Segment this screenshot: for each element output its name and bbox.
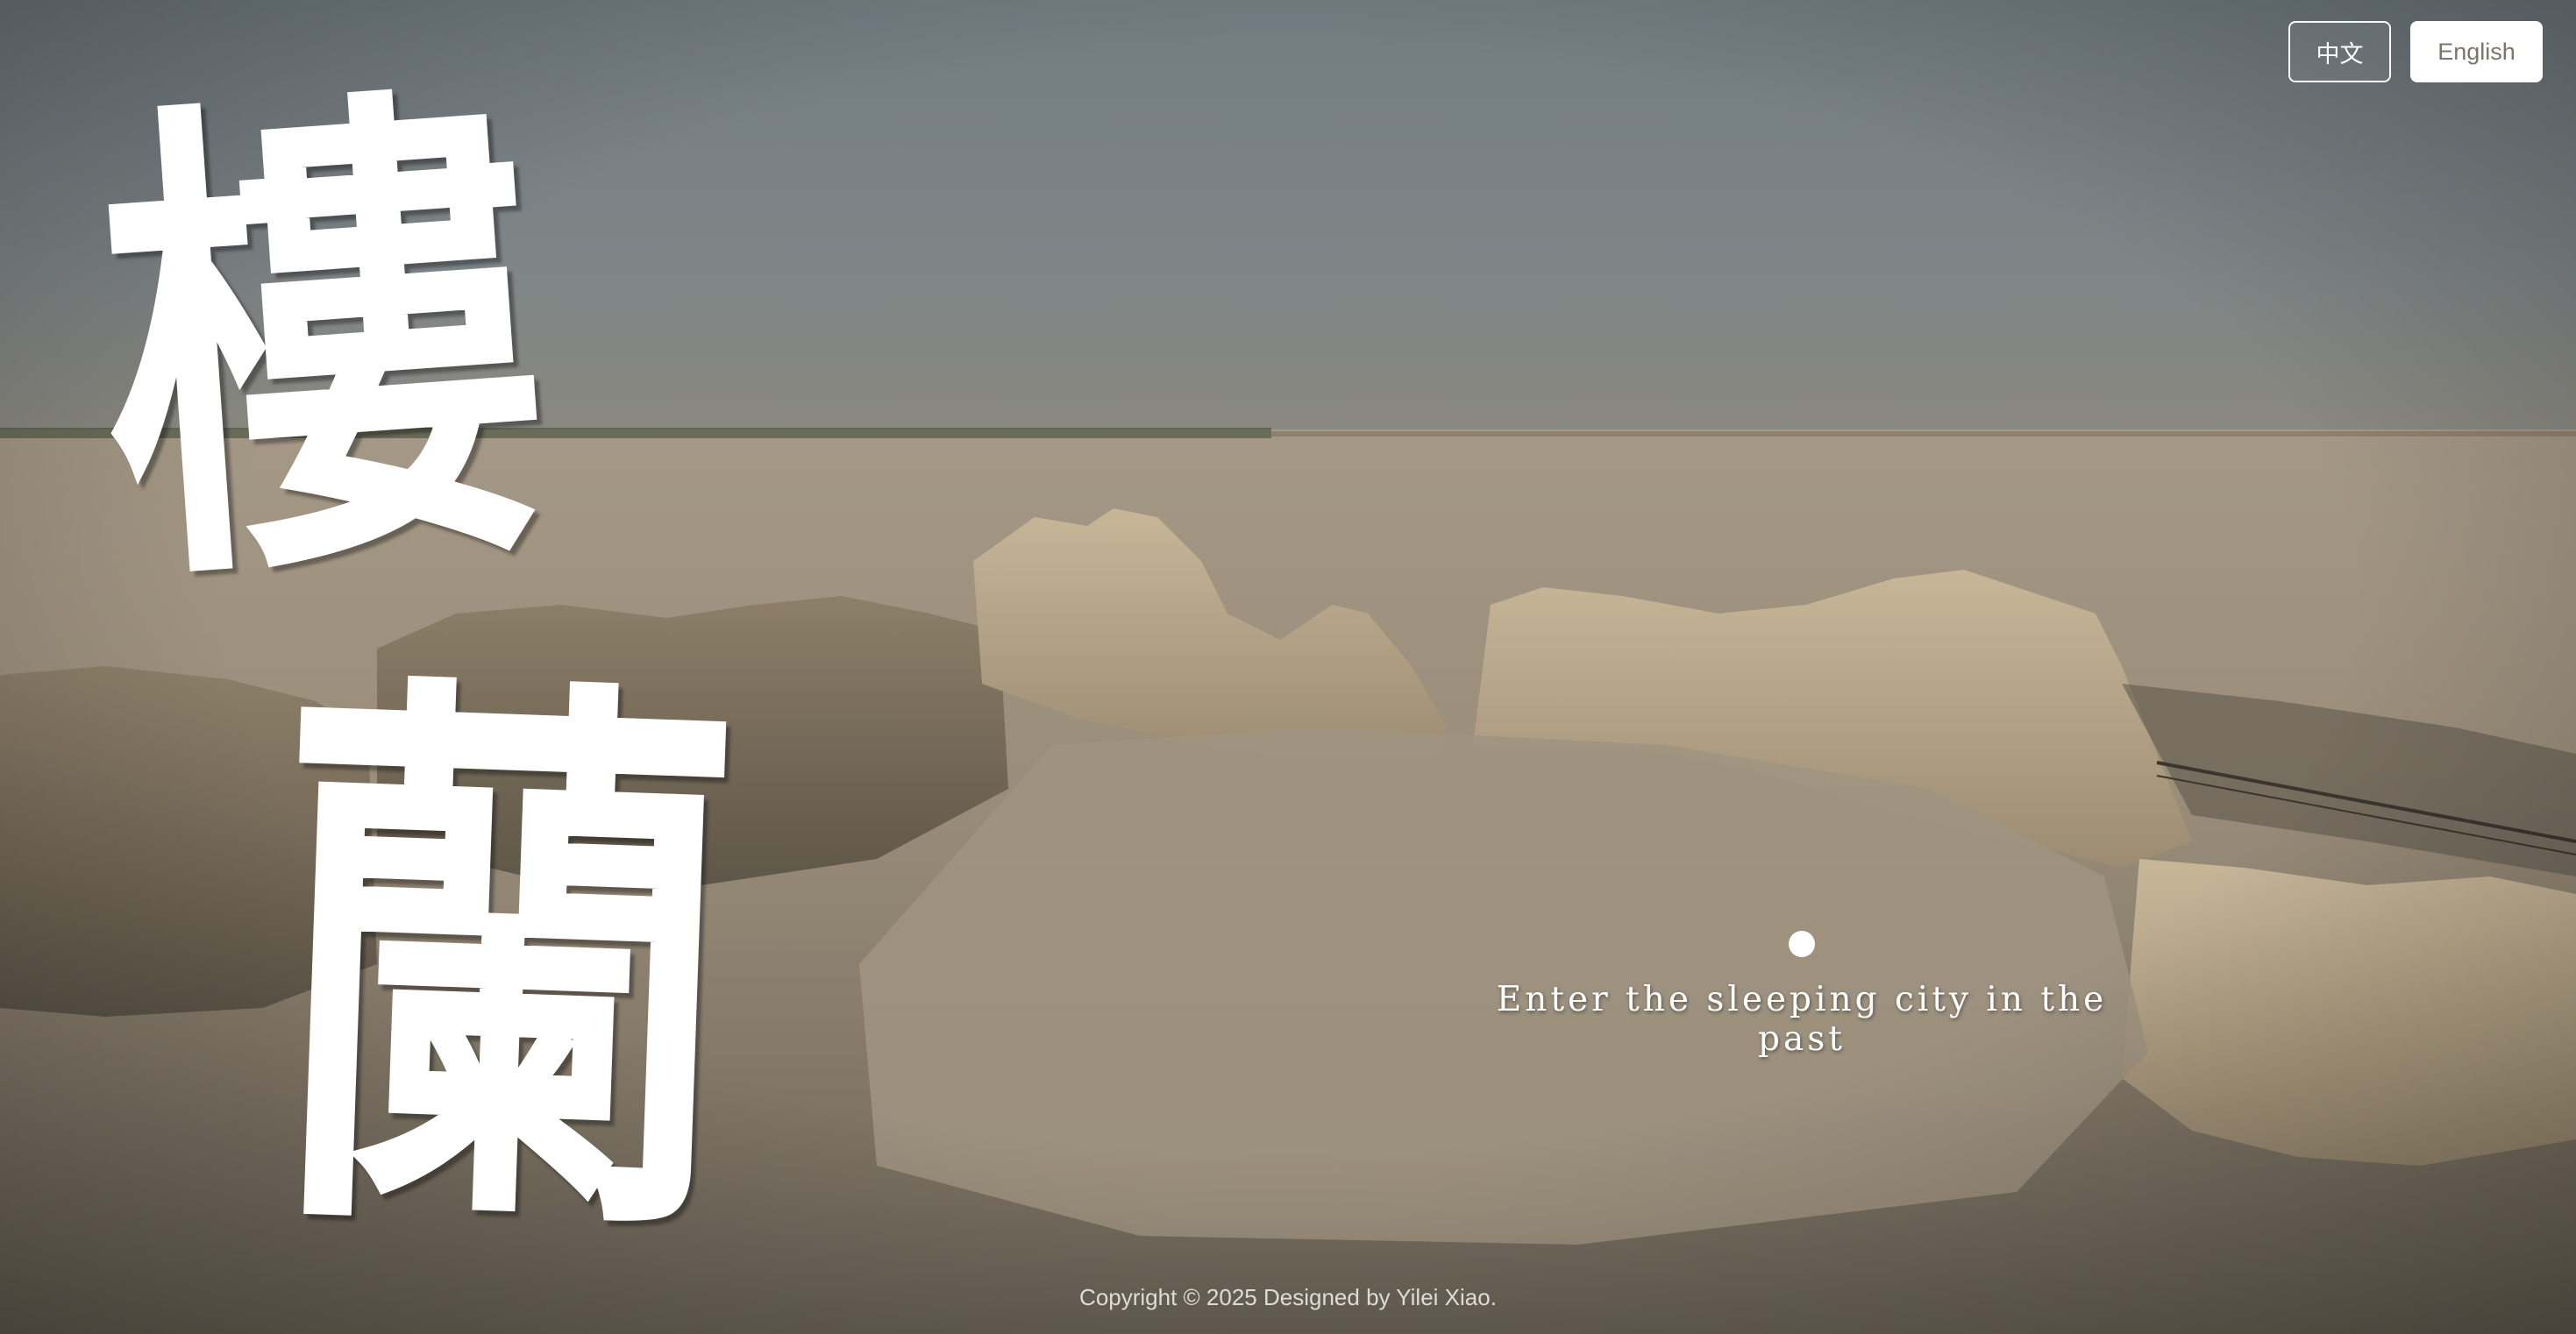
title-character-lan: 蘭	[259, 625, 750, 1310]
english-language-button[interactable]: English	[2410, 21, 2543, 82]
enter-dot-button[interactable]	[1789, 931, 1815, 957]
copyright-footer: Copyright © 2025 Designed by Yilei Xiao.	[1079, 1284, 1497, 1310]
enter-tagline[interactable]: Enter the sleeping city in the past	[1451, 980, 2153, 1059]
hero-section: 中文 English 樓 蘭 Enter the sleeping city i…	[0, 0, 2576, 1334]
chinese-language-button[interactable]: 中文	[2288, 21, 2391, 82]
language-switch: 中文 English	[2288, 21, 2543, 82]
title-character-lou: 樓	[80, 39, 562, 647]
